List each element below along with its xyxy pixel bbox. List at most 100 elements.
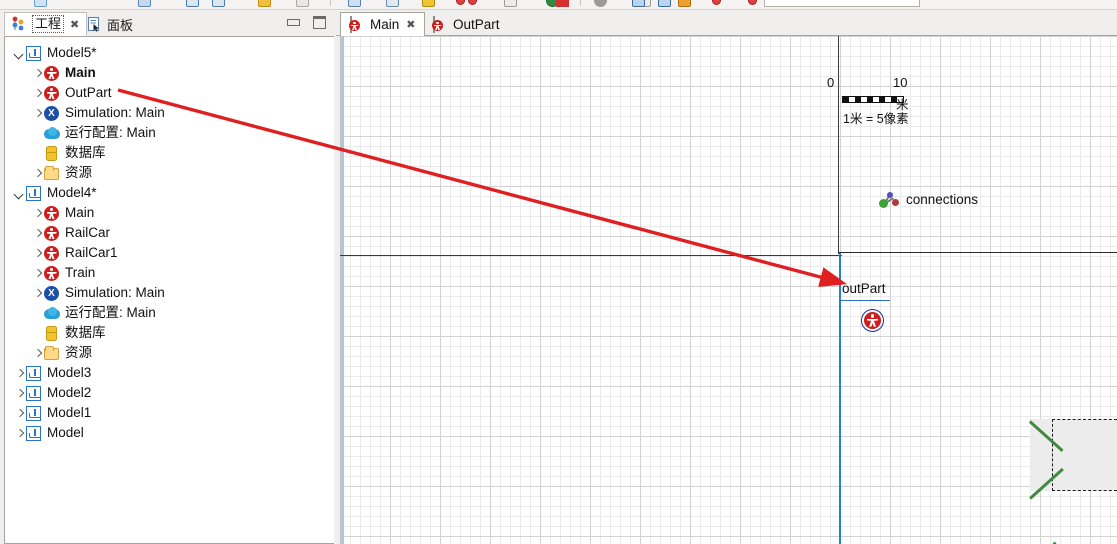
- agent-icon: [44, 265, 60, 281]
- tree-item[interactable]: Model2: [5, 383, 334, 403]
- model-icon: [26, 365, 42, 381]
- toolbar-icon[interactable]: [348, 0, 361, 7]
- tree-item[interactable]: OutPart: [5, 83, 334, 103]
- model-icon: [26, 385, 42, 401]
- tab-project[interactable]: 工程 ✖: [4, 12, 88, 36]
- toolbar-icon[interactable]: [212, 0, 225, 7]
- toolbar-icon[interactable]: [34, 0, 47, 7]
- outpart-agent-icon[interactable]: [861, 309, 884, 332]
- chevron-right-icon[interactable]: [31, 107, 44, 120]
- toolbar-icon[interactable]: [186, 0, 199, 7]
- tree-item[interactable]: 资源: [5, 343, 334, 363]
- tree-item-label: Train: [65, 265, 96, 280]
- chevron-right-icon[interactable]: [31, 207, 44, 220]
- tree-item[interactable]: Model3: [5, 363, 334, 383]
- chevron-right-icon[interactable]: [31, 227, 44, 240]
- tree-item[interactable]: X Simulation: Main: [5, 103, 334, 123]
- editor-tab-main[interactable]: Main ✖: [340, 12, 426, 37]
- close-icon[interactable]: ✖: [70, 18, 79, 31]
- model-icon: [26, 45, 42, 61]
- editor-tab-outpart-label: OutPart: [453, 17, 500, 32]
- scale-end-label: 10: [893, 75, 908, 90]
- chevron-right-icon[interactable]: [31, 167, 44, 180]
- shape-fill: [1030, 419, 1117, 491]
- connections-label: connections: [906, 191, 979, 207]
- editor-tabbar: Main ✖ OutPart: [336, 10, 1117, 37]
- tree-item[interactable]: X Simulation: Main: [5, 283, 334, 303]
- toolbar-strip[interactable]: [0, 0, 1117, 10]
- chevron-right-icon[interactable]: [31, 87, 44, 100]
- tree-item[interactable]: RailCar: [5, 223, 334, 243]
- chevron-right-icon[interactable]: [31, 67, 44, 80]
- outpart-label-underline: [840, 300, 890, 302]
- tab-palette[interactable]: 面板: [80, 12, 140, 36]
- folder-icon: [44, 165, 60, 181]
- toolbar-icon[interactable]: [594, 0, 607, 7]
- tree-item[interactable]: 数据库: [5, 143, 334, 163]
- chevron-right-icon[interactable]: [13, 387, 26, 400]
- application-window: 工程 ✖ 面板 Model5* Main OutPart X Simulatio…: [0, 0, 1117, 544]
- run-icon: [44, 305, 60, 321]
- chevron-right-icon[interactable]: [31, 347, 44, 360]
- toolbar-search-field[interactable]: [764, 0, 920, 7]
- tree-item[interactable]: Main: [5, 63, 334, 83]
- toolbar-icon[interactable]: [422, 0, 435, 7]
- toolbar-icon[interactable]: [556, 0, 569, 7]
- scale-caption: 1米 = 5像素: [843, 112, 909, 126]
- tree-item[interactable]: 资源: [5, 163, 334, 183]
- maximize-button[interactable]: [313, 16, 326, 29]
- panel-tabbar: 工程 ✖ 面板: [0, 10, 334, 36]
- run-icon: [44, 125, 60, 141]
- tree-item[interactable]: 运行配置: Main: [5, 303, 334, 323]
- outpart-left-rule: [839, 253, 841, 544]
- tree-item[interactable]: Model: [5, 423, 334, 443]
- tree-item[interactable]: Model4*: [5, 183, 334, 203]
- tree-item-label: Simulation: Main: [65, 105, 165, 120]
- model-icon: [26, 425, 42, 441]
- toolbar-icon[interactable]: [258, 0, 271, 7]
- toolbar-icon[interactable]: [138, 0, 151, 7]
- chevron-right-icon[interactable]: [31, 247, 44, 260]
- minimize-button[interactable]: [287, 19, 300, 26]
- canvas-axis-horizontal: [340, 255, 842, 257]
- tree-item-label: OutPart: [65, 85, 112, 100]
- chevron-down-icon[interactable]: [13, 47, 26, 60]
- toolbar-icon[interactable]: [748, 0, 757, 5]
- toolbar-icon[interactable]: [632, 0, 645, 7]
- tree-item[interactable]: 数据库: [5, 323, 334, 343]
- toolbar-icon[interactable]: [658, 0, 671, 7]
- tree-item[interactable]: Model5*: [5, 43, 334, 63]
- tree-item-label: Simulation: Main: [65, 285, 165, 300]
- toolbar-icon[interactable]: [712, 0, 721, 5]
- chevron-right-icon[interactable]: [13, 367, 26, 380]
- tree-item-label: 数据库: [65, 145, 106, 160]
- folder-icon: [44, 345, 60, 361]
- toolbar-icon[interactable]: [296, 0, 309, 7]
- chevron-right-icon[interactable]: [31, 287, 44, 300]
- toolbar-icon[interactable]: [386, 0, 399, 7]
- tree-item[interactable]: RailCar1: [5, 243, 334, 263]
- connections-icon: [878, 191, 900, 208]
- chevron-right-icon[interactable]: [13, 427, 26, 440]
- close-icon[interactable]: ✖: [406, 18, 415, 31]
- agent-icon: [44, 245, 60, 261]
- toolbar-icon[interactable]: [468, 0, 477, 5]
- toolbar-icon[interactable]: [456, 0, 465, 5]
- chevron-right-icon[interactable]: [31, 267, 44, 280]
- connections-element[interactable]: connections: [878, 191, 979, 208]
- editor-tab-main-label: Main: [370, 17, 400, 32]
- editor-tab-outpart[interactable]: OutPart: [424, 12, 509, 37]
- toolbar-icon[interactable]: [678, 0, 691, 7]
- toolbar-icon[interactable]: [504, 0, 517, 7]
- tree-item[interactable]: Main: [5, 203, 334, 223]
- shape-group[interactable]: [1008, 405, 1117, 544]
- tree-item[interactable]: 运行配置: Main: [5, 123, 334, 143]
- diagram-canvas[interactable]: 0 10 米 1米 = 5像素 connections outPart: [340, 36, 1117, 544]
- chevron-down-icon[interactable]: [13, 187, 26, 200]
- tab-project-label: 工程: [32, 15, 65, 33]
- project-tree[interactable]: Model5* Main OutPart X Simulation: Main 运行配置:…: [4, 36, 334, 544]
- chevron-right-icon[interactable]: [13, 407, 26, 420]
- tree-item[interactable]: Model1: [5, 403, 334, 423]
- tree-item[interactable]: Train: [5, 263, 334, 283]
